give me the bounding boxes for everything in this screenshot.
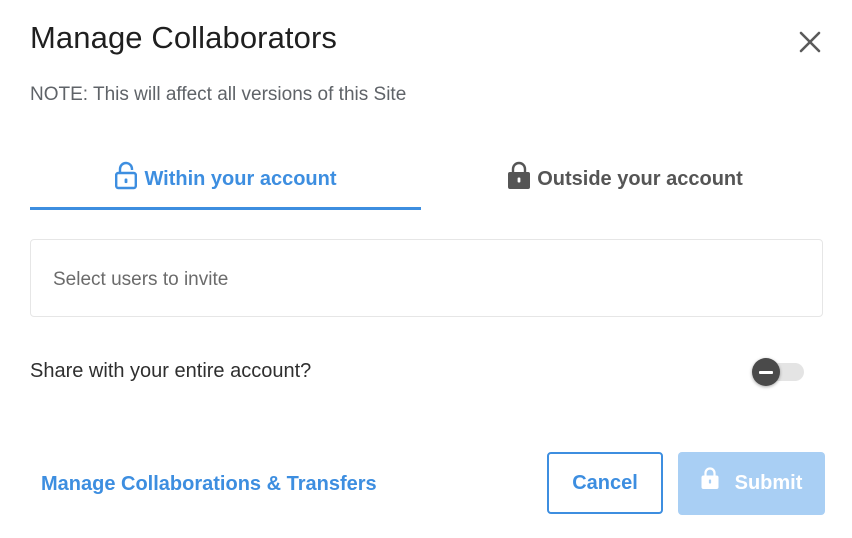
submit-button-label: Submit [734,472,803,494]
cancel-button-label: Cancel [572,471,638,494]
tab-outside-label: Outside your account [537,167,743,190]
tab-within-label: Within your account [144,167,337,190]
tab-outside-account[interactable]: Outside your account [425,148,825,210]
manage-collaborators-dialog: Manage Collaborators NOTE: This will aff… [0,0,852,538]
minus-icon [752,358,780,386]
close-icon [799,31,821,53]
invite-users-select[interactable]: Select users to invite [30,239,823,317]
lock-open-icon [114,160,138,195]
invite-users-placeholder: Select users to invite [53,269,229,290]
share-account-toggle[interactable] [752,357,804,387]
manage-collaborations-link[interactable]: Manage Collaborations & Transfers [41,473,377,496]
cancel-button[interactable]: Cancel [547,452,663,514]
share-account-label: Share with your entire account? [30,360,312,382]
tab-within-account[interactable]: Within your account [30,148,421,210]
submit-button[interactable]: Submit [678,452,825,515]
close-button[interactable] [794,26,826,58]
collaborator-tabs: Within your account Outside your account [30,148,825,210]
lock-icon [701,466,719,496]
dialog-note: NOTE: This will affect all versions of t… [30,84,407,105]
dialog-title: Manage Collaborators [30,20,338,55]
lock-icon [507,160,531,195]
